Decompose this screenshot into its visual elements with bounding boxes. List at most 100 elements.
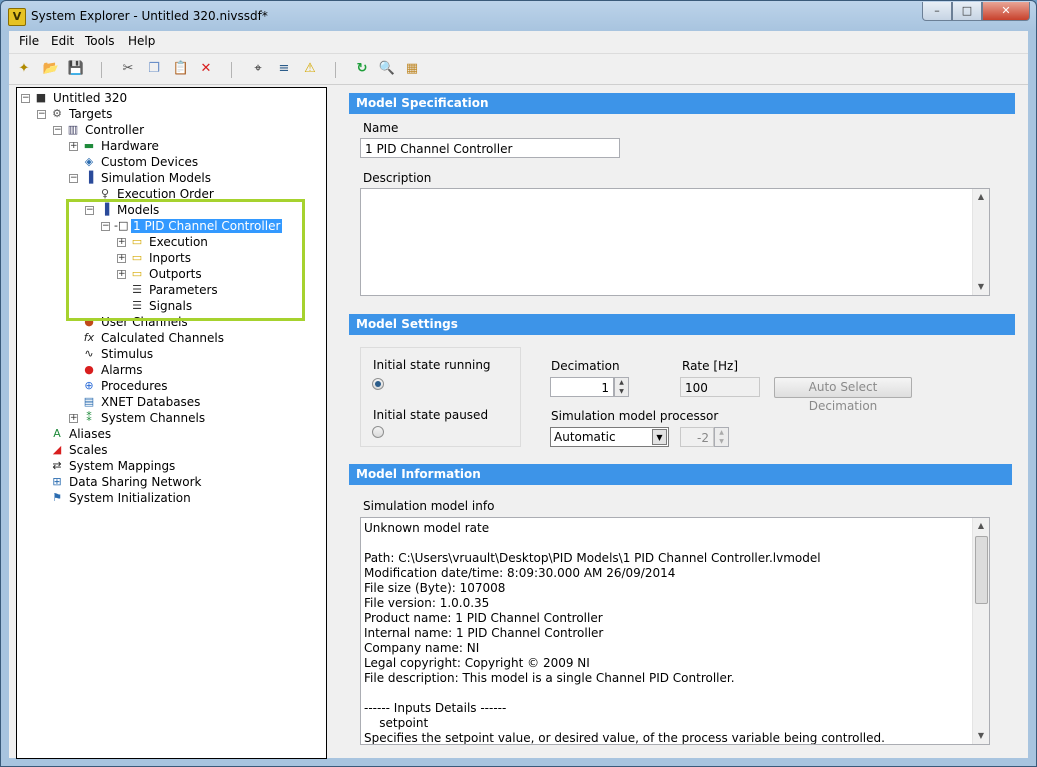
tree-label-selected: 1 PID Channel Controller [131, 219, 283, 233]
decimation-input[interactable]: 1 [550, 377, 614, 397]
tree-label: Outports [149, 267, 202, 281]
expand-icon[interactable]: + [69, 414, 78, 423]
tree-label: Stimulus [101, 347, 154, 361]
expand-icon[interactable]: + [117, 270, 126, 279]
collapse-icon[interactable]: − [101, 222, 110, 231]
browse-icon[interactable]: 🔍 [378, 60, 396, 78]
info-line: Legal copyright: Copyright © 2009 NI [364, 656, 590, 670]
decimation-label: Decimation [551, 359, 620, 373]
find-icon[interactable]: ⌖ [249, 60, 267, 78]
tree-label: XNET Databases [101, 395, 201, 409]
name-input[interactable]: 1 PID Channel Controller [360, 138, 620, 158]
processor-number-input: -2 [680, 427, 714, 447]
info-line: File size (Byte): 107008 [364, 581, 506, 595]
targets-icon: ⚙ [52, 107, 62, 120]
tree-label: Execution [149, 235, 208, 249]
scroll-up-icon[interactable]: ▲ [973, 189, 989, 205]
collapse-icon[interactable]: − [21, 94, 30, 103]
description-textarea[interactable]: ▲ ▼ [360, 188, 990, 296]
menu-help[interactable]: Help [128, 34, 155, 48]
expand-icon[interactable]: + [69, 142, 78, 151]
spin-down-icon[interactable]: ▼ [615, 387, 628, 396]
copy-icon[interactable]: ❐ [145, 60, 163, 78]
model-info-scrollbar[interactable]: ▲ ▼ [972, 518, 989, 744]
close-button[interactable]: ✕ [982, 2, 1030, 21]
system-icon: ■ [35, 91, 47, 104]
deploy-icon[interactable]: ▦ [403, 60, 421, 78]
processor-stepper: ▲ ▼ [714, 427, 729, 447]
collapse-icon[interactable]: − [85, 206, 94, 215]
system-explorer-window: V System Explorer - Untitled 320.nivssdf… [0, 0, 1037, 767]
info-line: File description: This model is a single… [364, 671, 735, 685]
spin-up-icon: ▲ [719, 429, 724, 436]
description-scrollbar[interactable]: ▲ ▼ [972, 189, 989, 295]
minimize-button[interactable]: – [922, 2, 952, 21]
processor-value: Automatic [554, 430, 616, 444]
database-icon: ▤ [83, 395, 95, 408]
info-line [364, 536, 986, 551]
initial-running-label: Initial state running [373, 358, 491, 372]
spin-up-icon[interactable]: ▲ [615, 378, 628, 387]
open-icon[interactable]: 📂 [42, 60, 60, 78]
tree-label: Targets [69, 107, 113, 121]
system-tree[interactable]: − ■ Untitled 320 − ⚙ Targets − ▥ Control… [16, 87, 327, 759]
model-specification-header: Model Specification [349, 93, 1015, 114]
paste-icon[interactable]: 📋 [172, 60, 190, 78]
model-info-textarea[interactable]: Unknown model rate Path: C:\Users\vruaul… [360, 517, 990, 745]
scroll-up-icon[interactable]: ▲ [973, 518, 989, 534]
collapse-icon[interactable]: − [69, 174, 78, 183]
spin-down-icon: ▼ [719, 438, 724, 445]
expand-icon[interactable]: + [117, 238, 126, 247]
tree-label: Parameters [149, 283, 218, 297]
collapse-icon[interactable]: − [37, 110, 46, 119]
tree-label: Procedures [101, 379, 168, 393]
menu-bar: File Edit Tools Help [9, 31, 1028, 54]
scroll-down-icon[interactable]: ▼ [973, 728, 989, 744]
collapse-icon[interactable]: − [53, 126, 62, 135]
info-line: Company name: NI [364, 641, 480, 655]
info-line [364, 686, 986, 701]
tree-label: Data Sharing Network [69, 475, 202, 489]
initial-paused-radio[interactable] [372, 426, 384, 438]
processor-select[interactable]: Automatic ▼ [550, 427, 669, 447]
tree-label: System Initialization [69, 491, 191, 505]
tree-label: Signals [149, 299, 193, 313]
info-line: Modification date/time: 8:09:30.000 AM 2… [364, 566, 676, 580]
title-bar[interactable]: V System Explorer - Untitled 320.nivssdf… [1, 1, 1036, 31]
stimulus-icon: ∿ [84, 347, 94, 360]
refresh-icon[interactable]: ↻ [353, 60, 371, 78]
mappings-icon: ⇄ [52, 459, 62, 472]
info-line: Unknown model rate [364, 521, 490, 535]
tree-label: Untitled 320 [53, 91, 128, 105]
model-settings-header: Model Settings [349, 314, 1015, 335]
properties-pane: Model Specification Name 1 PID Channel C… [349, 87, 1024, 757]
initial-running-radio[interactable] [372, 378, 384, 390]
info-line: Internal name: 1 PID Channel Controller [364, 626, 604, 640]
menu-edit[interactable]: Edit [51, 34, 74, 48]
tree-label: Alarms [101, 363, 143, 377]
menu-file[interactable]: File [19, 34, 39, 48]
decimation-stepper[interactable]: ▲ ▼ [614, 377, 629, 397]
auto-select-decimation-button[interactable]: Auto Select Decimation [774, 377, 912, 413]
models-icon: ▐ [100, 203, 110, 216]
properties-icon[interactable]: ≡ [275, 60, 293, 78]
save-icon[interactable]: 💾 [67, 60, 85, 78]
scroll-thumb[interactable] [975, 536, 988, 604]
function-icon: fx [83, 331, 95, 344]
rate-input: 100 [680, 377, 760, 397]
maximize-button[interactable]: □ [952, 2, 982, 21]
expand-icon[interactable]: + [117, 254, 126, 263]
tree-label: Simulation Models [101, 171, 212, 185]
folder-icon: ▭ [131, 267, 143, 280]
delete-icon[interactable]: ✕ [197, 60, 215, 78]
warning-icon[interactable]: ⚠ [301, 60, 319, 78]
model-information-header: Model Information [349, 464, 1012, 485]
new-icon[interactable]: ✦ [15, 60, 33, 78]
scales-icon: ◢ [52, 443, 62, 456]
menu-tools[interactable]: Tools [85, 34, 115, 48]
scroll-down-icon[interactable]: ▼ [973, 279, 989, 295]
processor-label: Simulation model processor [551, 409, 719, 423]
info-line: ------ Inputs Details ------ [364, 701, 507, 715]
chevron-down-icon[interactable]: ▼ [652, 429, 667, 445]
cut-icon[interactable]: ✂ [119, 60, 137, 78]
